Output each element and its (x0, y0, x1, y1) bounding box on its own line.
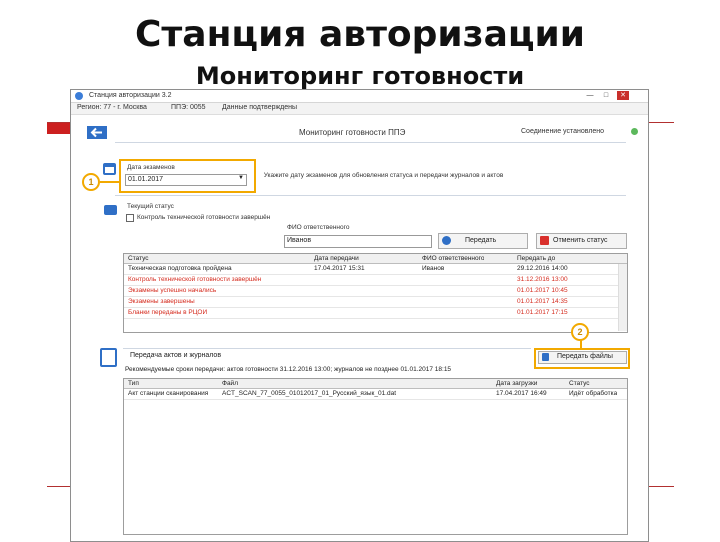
column-header: Дата загрузки (496, 380, 538, 387)
files-table-header: Тип Файл Дата загрузки Статус (124, 379, 627, 389)
status-cell: Экзамены успешно начались (128, 287, 217, 294)
column-header: Дата передачи (314, 255, 359, 262)
table-row[interactable]: Акт станции сканирования ACT_SCAN_77_005… (124, 389, 627, 400)
table-row[interactable]: Бланки переданы в РЦОИ 01.01.2017 17:15 (124, 308, 618, 319)
acts-separator (123, 348, 531, 349)
slide-subtitle: Мониторинг готовности (195, 62, 525, 90)
slide-title: Станция авторизации (134, 14, 586, 55)
column-header: Статус (569, 380, 590, 387)
current-status-label: Текущий статус (127, 203, 174, 210)
arrow-left-icon (90, 127, 102, 138)
ppe-text: ППЭ: 0055 (171, 104, 206, 111)
slide-decor-line-right-top (648, 122, 674, 123)
file-type-cell: Акт станции сканирования (128, 390, 209, 397)
calendar-icon (103, 163, 116, 175)
fio-input[interactable]: Иванов (284, 235, 432, 248)
slide-decor-line-left-top (47, 122, 70, 123)
app-icon (75, 92, 83, 100)
slide-decor-line-right-bottom (648, 486, 674, 487)
region-text: Регион: 77 - г. Москва (77, 104, 147, 111)
fio-value: Иванов (287, 237, 312, 244)
close-button[interactable]: ✕ (617, 91, 629, 100)
app-window: Станция авторизации 3.2 — □ ✕ Регион: 77… (70, 89, 649, 542)
screen-title: Мониторинг готовности ППЭ (299, 128, 406, 137)
fio-label: ФИО ответственного (287, 224, 350, 231)
table-row[interactable]: Экзамены успешно начались 01.01.2017 10:… (124, 286, 618, 297)
due-date-cell: 29.12.2016 14:00 (517, 265, 568, 272)
callout-marker-1: 1 (82, 173, 100, 191)
header-separator (115, 142, 626, 143)
data-status-text: Данные подтверждены (222, 104, 298, 111)
send-status-label: Передать (465, 237, 497, 244)
send-status-button[interactable]: Передать (438, 233, 528, 249)
cancel-status-label: Отменить статус (553, 237, 608, 244)
due-date-cell: 01.01.2017 10:45 (517, 287, 568, 294)
table-row[interactable]: Контроль технической готовности завершён… (124, 275, 618, 286)
documents-icon (100, 348, 117, 367)
file-status-cell: Идёт обработка (569, 390, 618, 397)
status-table-header: Статус Дата передачи ФИО ответственного … (124, 254, 627, 264)
due-date-cell: 01.01.2017 14:35 (517, 298, 568, 305)
exam-date-label: Дата экзаменов (127, 164, 175, 171)
maximize-button[interactable]: □ (600, 91, 612, 100)
back-button[interactable] (87, 126, 107, 139)
cancel-status-button[interactable]: Отменить статус (536, 233, 627, 249)
window-titlebar: Станция авторизации 3.2 — □ ✕ (71, 90, 648, 103)
file-icon (542, 353, 549, 361)
status-cell: Экзамены завершены (128, 298, 195, 305)
file-name-cell: ACT_SCAN_77_0055_01012017_01_Русский_язы… (222, 390, 397, 397)
column-header: Передать до (517, 255, 556, 262)
callout-connector-2 (580, 340, 582, 348)
window-title: Станция авторизации 3.2 (89, 92, 172, 99)
fio-cell: Иванов (422, 265, 445, 272)
files-table: Тип Файл Дата загрузки Статус Акт станци… (123, 378, 628, 535)
upload-files-label: Передать файлы (557, 353, 613, 360)
slide-decor-bar-left (47, 123, 70, 134)
message-icon (104, 205, 117, 215)
sent-date-cell: 17.04.2017 15:31 (314, 265, 365, 272)
status-cell: Техническая подготовка пройдена (128, 265, 232, 272)
readiness-checkbox[interactable] (126, 214, 134, 222)
connection-status-text: Соединение установлено (521, 128, 605, 135)
due-date-cell: 01.01.2017 17:15 (517, 309, 568, 316)
dropdown-arrow-icon: ▼ (238, 175, 244, 181)
due-date-cell: 31.12.2016 13:00 (517, 276, 568, 283)
minimize-button[interactable]: — (584, 91, 596, 100)
column-header: ФИО ответственного (422, 255, 485, 262)
column-header: Файл (222, 380, 238, 387)
info-bar: Регион: 77 - г. Москва ППЭ: 0055 Данные … (71, 103, 648, 115)
date-separator (115, 195, 626, 196)
table-row[interactable]: Техническая подготовка пройдена 17.04.20… (124, 264, 618, 275)
column-header: Статус (128, 255, 149, 262)
exam-date-value: 01.01.2017 (128, 176, 164, 183)
status-table-scrollbar[interactable] (618, 264, 627, 331)
send-icon (442, 236, 451, 245)
column-header: Тип (128, 380, 139, 387)
slide-decor-line-left-bottom (47, 486, 70, 487)
exam-date-select[interactable]: 01.01.2017 ▼ (125, 174, 247, 186)
acts-deadline-note: Рекомендуемые сроки передачи: актов гото… (125, 366, 452, 373)
upload-files-button[interactable]: Передать файлы (538, 351, 627, 364)
status-cell: Бланки переданы в РЦОИ (128, 309, 208, 316)
exam-date-hint: Укажите дату экзаменов для обновления ст… (263, 172, 504, 179)
upload-date-cell: 17.04.2017 16:49 (496, 390, 547, 397)
status-table: Статус Дата передачи ФИО ответственного … (123, 253, 628, 333)
callout-marker-2: 2 (571, 323, 589, 341)
cancel-icon (540, 236, 549, 245)
table-row[interactable]: Экзамены завершены 01.01.2017 14:35 (124, 297, 618, 308)
connection-status-indicator (631, 128, 638, 135)
readiness-checkbox-label: Контроль технической готовности завершён (137, 214, 271, 221)
acts-section-label: Передача актов и журналов (130, 352, 222, 359)
status-cell: Контроль технической готовности завершён (128, 276, 262, 283)
callout-connector-1 (100, 181, 119, 183)
